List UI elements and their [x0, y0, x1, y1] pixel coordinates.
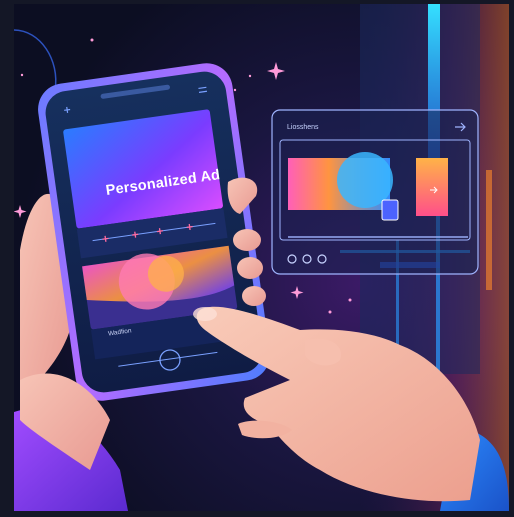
panel-title: Liosshens [287, 124, 319, 131]
illustration: Personalized Ad Wadfion Liosshens [0, 0, 514, 517]
panel-thumbnail [416, 158, 448, 216]
floating-panel [271, 109, 479, 275]
scene-art [13, 4, 509, 511]
